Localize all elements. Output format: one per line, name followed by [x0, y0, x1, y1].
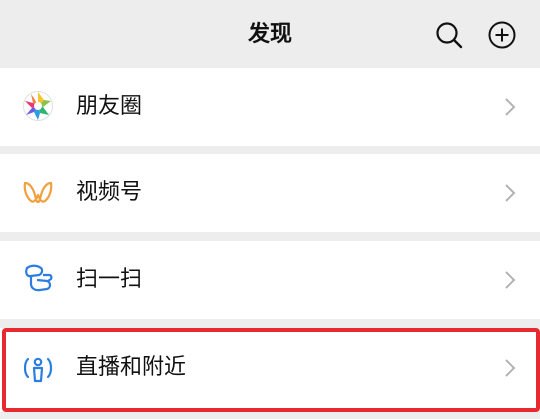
- live-nearby-icon: [23, 357, 53, 383]
- scan-icon: [25, 264, 53, 292]
- chevron-right-icon: [505, 184, 516, 202]
- top-bar: 发现: [0, 0, 540, 68]
- list-item-label: 视频号: [76, 180, 143, 205]
- search-icon[interactable]: [434, 20, 464, 50]
- channels-icon: [23, 181, 53, 204]
- chevron-right-icon: [505, 98, 516, 116]
- list-item-label: 直播和附近: [76, 355, 187, 380]
- list-item-label: 扫一扫: [76, 267, 143, 292]
- list-item-label: 朋友圈: [76, 94, 143, 119]
- list-item-scan[interactable]: 扫一扫: [0, 241, 540, 319]
- moments-icon: [23, 91, 53, 121]
- plus-circle-icon[interactable]: [487, 20, 517, 50]
- chevron-right-icon: [505, 359, 516, 377]
- list-item-channels[interactable]: 视频号: [0, 154, 540, 232]
- chevron-right-icon: [505, 271, 516, 289]
- list-item-live-nearby[interactable]: 直播和附近: [0, 328, 540, 412]
- list-item-moments[interactable]: 朋友圈: [0, 68, 540, 146]
